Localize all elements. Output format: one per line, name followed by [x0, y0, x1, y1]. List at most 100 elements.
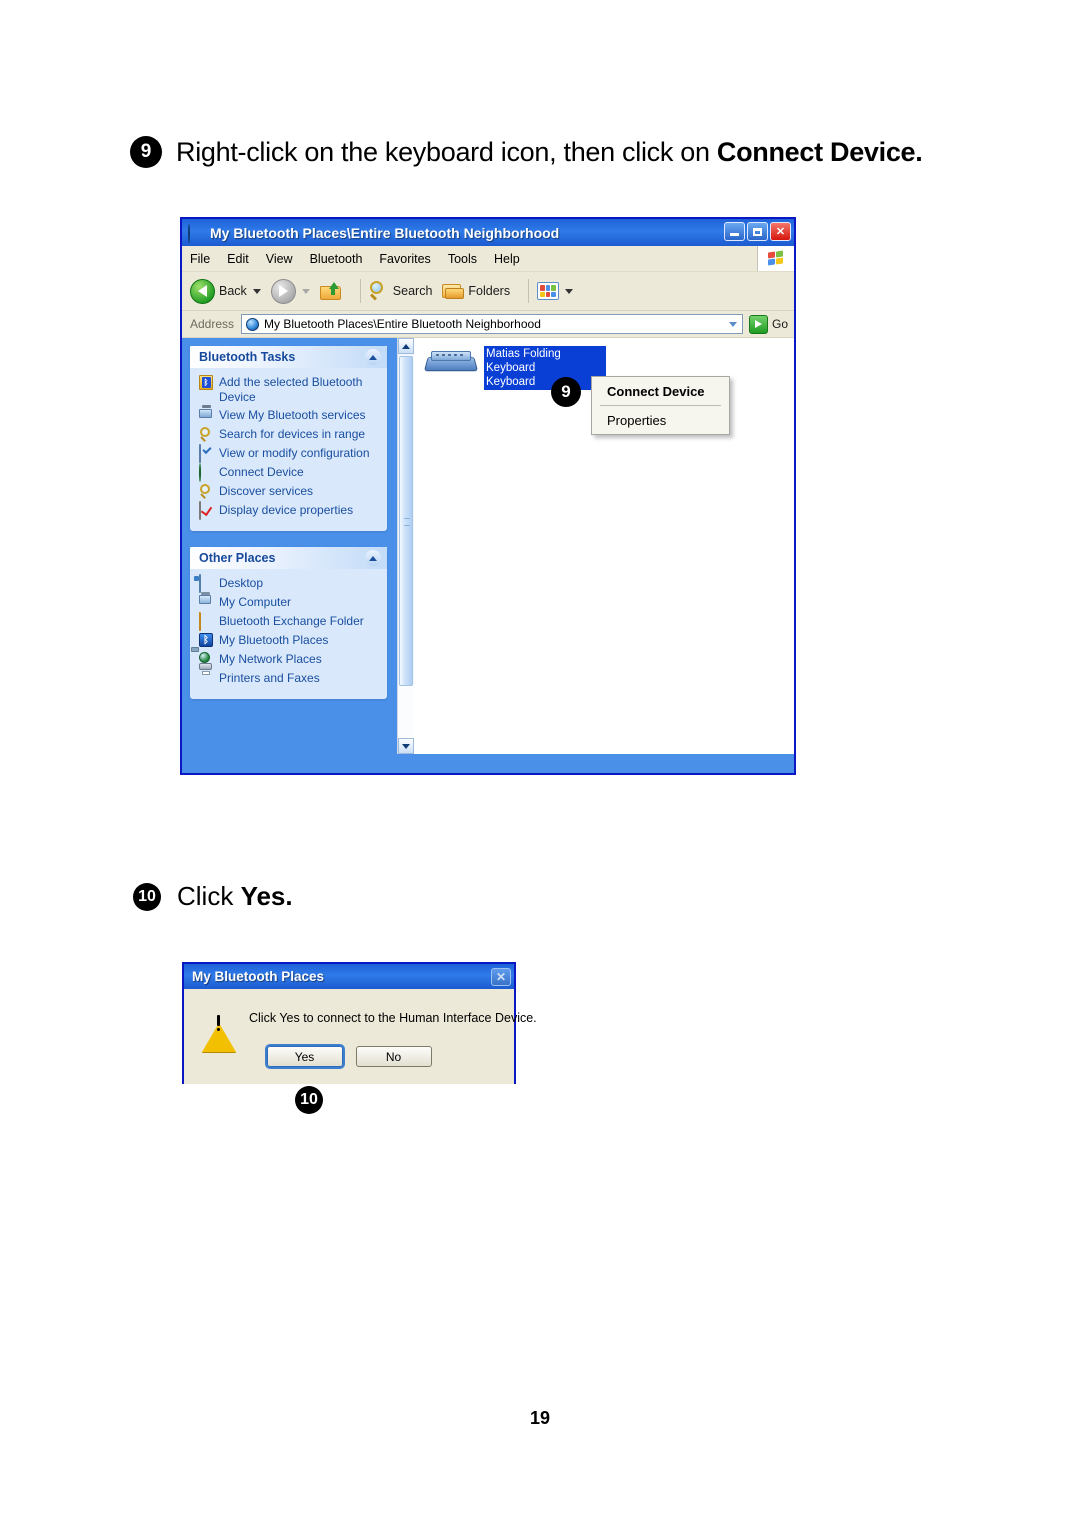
sidebar-item-discover-services[interactable]: Discover services	[199, 484, 381, 500]
sidebar-item-label: Discover services	[219, 484, 314, 498]
sidebar-item-label: Add the selected Bluetooth Device	[219, 375, 363, 404]
file-list-area: Matias Folding Keyboard Keyboard Connect…	[414, 338, 794, 754]
panel-bluetooth-tasks-header[interactable]: Bluetooth Tasks	[190, 346, 387, 368]
address-input[interactable]: My Bluetooth Places\Entire Bluetooth Nei…	[241, 314, 743, 334]
scroll-up-button[interactable]	[398, 338, 414, 354]
callout-badge-9: 9	[551, 377, 581, 407]
menu-item-view[interactable]: View	[266, 252, 293, 266]
bluetooth-globe-icon	[188, 223, 204, 243]
step-10-badge: 10	[133, 882, 161, 911]
sidebar-item-display-device-properties[interactable]: Display device properties	[199, 501, 381, 520]
maximize-button[interactable]	[747, 222, 768, 241]
forward-dropdown-caret-icon[interactable]	[301, 288, 310, 294]
context-menu-item-connect-device[interactable]: Connect Device	[592, 377, 729, 405]
vertical-scrollbar[interactable]	[397, 338, 414, 754]
scroll-down-button[interactable]	[398, 738, 414, 754]
menu-item-favorites[interactable]: Favorites	[379, 252, 430, 266]
window-title-bar: My Bluetooth Places\Entire Bluetooth Nei…	[182, 219, 794, 246]
back-button-label: Back	[219, 284, 247, 298]
bluetooth-services-icon	[199, 405, 215, 424]
explorer-window: My Bluetooth Places\Entire Bluetooth Nei…	[180, 217, 796, 775]
collapse-chevron-icon[interactable]	[365, 550, 381, 566]
sidebar-item-label: Bluetooth Exchange Folder	[219, 614, 364, 628]
sidebar-item-label: Connect Device	[219, 465, 304, 479]
confirm-dialog: My Bluetooth Places ✕ Click Yes to conne…	[182, 962, 537, 1084]
go-button[interactable]: Go	[748, 314, 788, 334]
window-controls: ✕	[724, 222, 791, 241]
forward-button[interactable]	[270, 278, 310, 304]
dialog-body: Click Yes to connect to the Human Interf…	[184, 989, 537, 1084]
context-menu-item-properties[interactable]: Properties	[592, 406, 729, 434]
up-button[interactable]	[319, 282, 342, 300]
scrollbar-track[interactable]	[398, 686, 414, 738]
sidebar-item-bluetooth-exchange-folder[interactable]: Bluetooth Exchange Folder	[199, 612, 381, 631]
no-button[interactable]: No	[355, 1046, 432, 1067]
sidebar-item-connect-device[interactable]: Connect Device	[199, 463, 381, 482]
sidebar-item-desktop[interactable]: Desktop	[199, 574, 381, 593]
menu-item-edit[interactable]: Edit	[227, 252, 249, 266]
device-properties-icon	[199, 501, 215, 520]
context-menu: Connect Device Properties	[591, 376, 730, 435]
menu-item-file[interactable]: File	[190, 252, 210, 266]
yes-button[interactable]: Yes	[266, 1046, 343, 1067]
dialog-message: Click Yes to connect to the Human Interf…	[249, 1011, 537, 1025]
page-number: 19	[529, 1408, 551, 1428]
sidebar-item-label: My Network Places	[219, 652, 322, 666]
close-button[interactable]: ✕	[770, 222, 791, 241]
dialog-button-row: Yes No	[184, 1046, 514, 1067]
sidebar-item-view-modify-configuration[interactable]: View or modify configuration	[199, 444, 381, 463]
menu-item-help[interactable]: Help	[494, 252, 520, 266]
search-button[interactable]: Search	[369, 281, 432, 301]
collapse-chevron-icon[interactable]	[365, 349, 381, 365]
menu-item-bluetooth[interactable]: Bluetooth	[310, 252, 363, 266]
panel-other-places: Other Places Desktop My Computer Bluetoo…	[190, 547, 387, 699]
step-9-text: Right-click on the keyboard icon, then c…	[176, 136, 923, 168]
step-9-heading: 9 Right-click on the keyboard icon, then…	[130, 136, 923, 168]
panel-other-places-body: Desktop My Computer Bluetooth Exchange F…	[190, 569, 387, 699]
address-value: My Bluetooth Places\Entire Bluetooth Nei…	[264, 317, 541, 331]
sidebar-item-label: Search for devices in range	[219, 427, 366, 441]
printer-icon	[199, 663, 215, 687]
back-dropdown-caret-icon[interactable]	[252, 288, 261, 294]
content-wrapper: Matias Folding Keyboard Keyboard Connect…	[397, 338, 794, 754]
sidebar-item-my-network-places[interactable]: My Network Places	[191, 647, 381, 668]
step-9-text-prefix: Right-click on the keyboard icon, then c…	[176, 136, 717, 167]
step-10-text-prefix: Click	[177, 881, 241, 911]
scrollbar-thumb[interactable]	[399, 356, 413, 686]
dialog-title-bar: My Bluetooth Places ✕	[184, 964, 514, 989]
address-dropdown-button[interactable]	[724, 316, 741, 332]
warning-triangle-icon	[202, 1006, 236, 1052]
sidebar-item-search-devices[interactable]: Search for devices in range	[199, 427, 381, 443]
panel-other-places-header[interactable]: Other Places	[190, 547, 387, 569]
address-globe-icon	[246, 317, 260, 331]
panel-bluetooth-tasks: Bluetooth Tasks ᛒ Add the selected Bluet…	[190, 346, 387, 531]
sidebar-item-my-computer[interactable]: My Computer	[199, 592, 381, 611]
windows-flag-icon	[757, 246, 794, 271]
menu-bar: File Edit View Bluetooth Favorites Tools…	[182, 246, 794, 272]
add-bluetooth-device-icon: ᛒ	[199, 375, 215, 391]
sidebar-item-label: View or modify configuration	[219, 446, 370, 460]
step-10-heading: 10 Click Yes.	[133, 881, 293, 912]
connect-device-globe-icon	[199, 463, 215, 482]
address-label: Address	[190, 317, 235, 331]
menu-item-tools[interactable]: Tools	[448, 252, 477, 266]
sidebar-item-printers-and-faxes[interactable]: Printers and Faxes	[199, 663, 381, 687]
discover-magnifier-icon	[199, 484, 215, 500]
dialog-close-button[interactable]: ✕	[491, 967, 511, 986]
sidebar-item-label: View My Bluetooth services	[219, 408, 366, 422]
sidebar-item-add-bluetooth-device[interactable]: ᛒ Add the selected Bluetooth Device	[199, 375, 381, 405]
folders-button[interactable]: Folders	[442, 282, 510, 300]
bluetooth-keyboard-icon[interactable]	[423, 348, 479, 374]
views-dropdown-caret-icon[interactable]	[565, 288, 574, 294]
device-label[interactable]: Matias Folding Keyboard Keyboard	[484, 346, 606, 390]
minimize-button[interactable]	[724, 222, 745, 241]
views-button[interactable]	[537, 282, 574, 300]
callout-badge-10: 10	[295, 1086, 323, 1114]
toolbar: Back Search Folders	[182, 272, 794, 311]
search-magnifier-icon	[199, 427, 215, 443]
back-button[interactable]: Back	[190, 278, 261, 304]
sidebar-item-view-bluetooth-services[interactable]: View My Bluetooth services	[199, 405, 381, 424]
go-button-label: Go	[771, 317, 788, 331]
sidebar-item-my-bluetooth-places[interactable]: ᛒ My Bluetooth Places	[199, 633, 381, 649]
toolbar-separator	[359, 279, 361, 303]
